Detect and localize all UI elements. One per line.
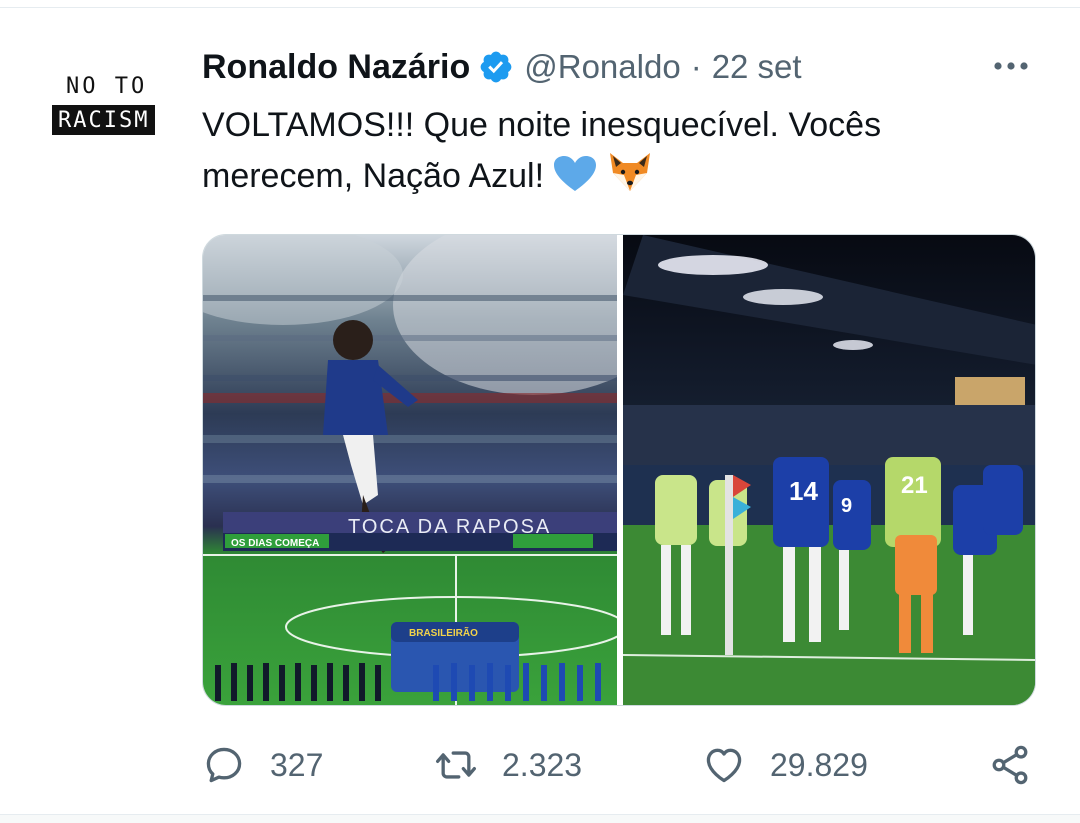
retweet-count: 2.323: [502, 746, 583, 783]
handle[interactable]: @Ronaldo: [524, 48, 680, 86]
players-celebration-photo[interactable]: 14 9 21: [623, 235, 1035, 705]
avatar-line-1: NO TO: [66, 74, 148, 99]
reply-count: 327: [270, 746, 324, 783]
bottom-divider: [0, 814, 1080, 823]
like-button[interactable]: 29.829: [702, 740, 868, 790]
action-bar: 327 2.323 29.829: [202, 740, 1042, 790]
verified-badge-icon: [480, 51, 512, 83]
avatar-line-2: RACISM: [52, 105, 156, 135]
avatar[interactable]: NO TO RACISM: [48, 70, 168, 142]
stadium-tifo-photo[interactable]: TOCA DA RAPOSA OS DIAS COMEÇA BRASILEIRÃ…: [203, 235, 617, 705]
share-icon: [992, 745, 1028, 785]
stadium-tifo-illustration: TOCA DA RAPOSA OS DIAS COMEÇA BRASILEIRÃ…: [203, 235, 617, 705]
tweet-header: Ronaldo Nazário @Ronaldo · 22 set: [202, 44, 802, 90]
top-divider: [0, 0, 1080, 8]
shirt-number-9: 9: [841, 495, 852, 517]
shirt-number-14: 14: [789, 476, 818, 506]
tweet-text: VOLTAMOS!!! Que noite inesquecível. Você…: [202, 100, 1022, 202]
retweet-icon: [436, 751, 476, 779]
tweet-text-content: VOLTAMOS!!! Que noite inesquecível. Você…: [202, 106, 882, 195]
blue-heart-icon: [554, 156, 597, 191]
reply-icon: [206, 747, 242, 783]
championship-board-text: BRASILEIRÃO: [409, 626, 478, 639]
celebration-illustration: 14 9 21: [623, 235, 1035, 705]
retweet-button[interactable]: 2.323: [434, 740, 582, 790]
shirt-number-21: 21: [901, 472, 928, 499]
reply-button[interactable]: 327: [202, 740, 323, 790]
like-count: 29.829: [770, 746, 868, 783]
timestamp[interactable]: 22 set: [712, 48, 802, 86]
ad-board-text: OS DIAS COMEÇA: [231, 538, 319, 549]
heart-icon: [706, 748, 742, 783]
tweet-media[interactable]: TOCA DA RAPOSA OS DIAS COMEÇA BRASILEIRÃ…: [202, 234, 1036, 706]
display-name[interactable]: Ronaldo Nazário: [202, 48, 470, 87]
more-options-icon[interactable]: [990, 54, 1032, 78]
share-button[interactable]: [988, 740, 1032, 790]
fox-face-icon: [609, 153, 650, 191]
separator-dot: ·: [690, 48, 702, 85]
